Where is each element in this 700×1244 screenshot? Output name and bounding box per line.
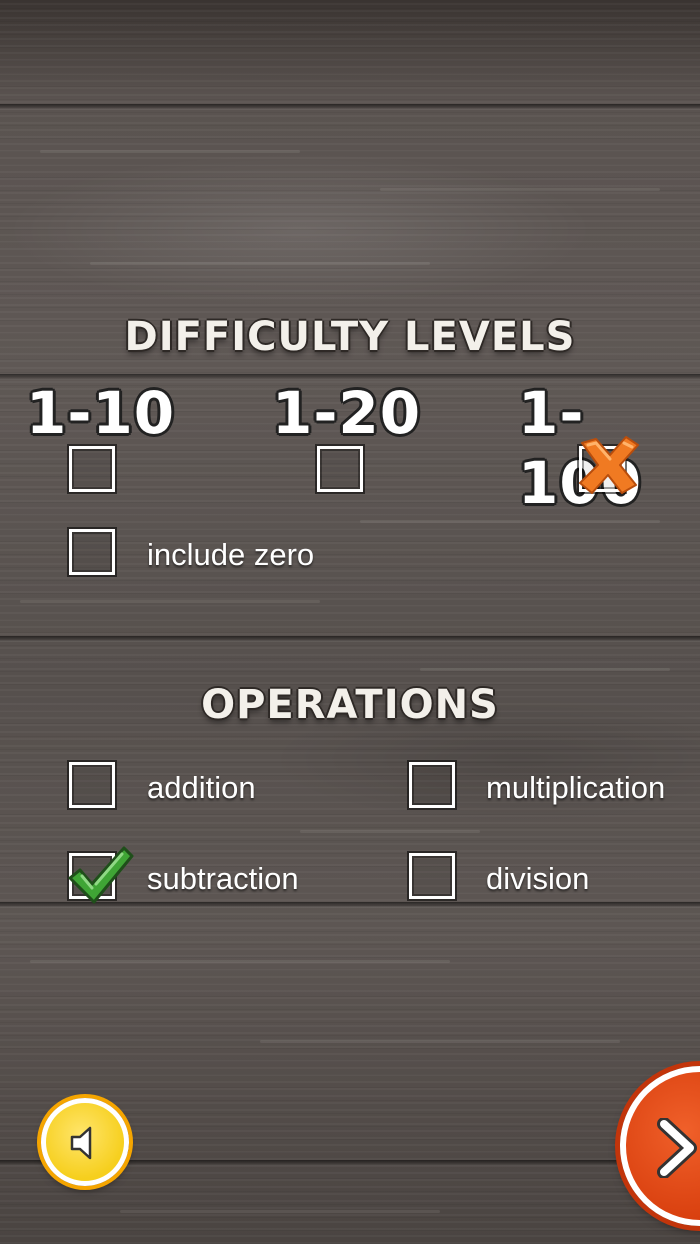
plank-seam bbox=[0, 104, 700, 110]
plank-seam bbox=[0, 902, 700, 908]
level-checkbox-1-20[interactable] bbox=[317, 446, 363, 492]
level-label-1-10: 1-10 bbox=[26, 379, 176, 447]
multiplication-checkbox[interactable] bbox=[409, 762, 455, 808]
wood-grain bbox=[300, 830, 480, 833]
include-zero-checkbox[interactable] bbox=[69, 529, 115, 575]
level-label-1-20: 1-20 bbox=[272, 379, 422, 447]
wood-grain bbox=[90, 262, 430, 265]
speaker-icon bbox=[70, 1126, 92, 1160]
wood-grain bbox=[260, 1040, 620, 1043]
wood-grain bbox=[420, 668, 670, 671]
subtraction-label[interactable]: subtraction bbox=[147, 859, 299, 899]
wood-grain bbox=[380, 188, 660, 191]
wood-grain bbox=[120, 1210, 440, 1213]
division-checkbox[interactable] bbox=[409, 853, 455, 899]
difficulty-levels-title: DIFFICULTY LEVELS bbox=[124, 314, 576, 360]
sound-toggle-button[interactable] bbox=[41, 1098, 129, 1186]
multiplication-label[interactable]: multiplication bbox=[486, 768, 665, 808]
level-checkbox-1-100[interactable] bbox=[579, 436, 639, 494]
wood-grain bbox=[360, 520, 660, 523]
division-label[interactable]: division bbox=[486, 859, 589, 899]
wood-grain bbox=[20, 600, 320, 603]
addition-checkbox[interactable] bbox=[69, 762, 115, 808]
wood-grain bbox=[30, 960, 450, 963]
addition-label[interactable]: addition bbox=[147, 768, 256, 808]
wood-grain bbox=[40, 150, 300, 153]
plank-seam bbox=[0, 636, 700, 642]
include-zero-label[interactable]: include zero bbox=[147, 535, 314, 575]
operations-title: OPERATIONS bbox=[201, 682, 499, 728]
level-checkbox-1-10[interactable] bbox=[69, 446, 115, 492]
chevron-right-icon bbox=[657, 1118, 697, 1178]
game-settings-screen: DIFFICULTY LEVELS 1-10 1-20 1-100 includ… bbox=[0, 0, 700, 1244]
next-button[interactable] bbox=[620, 1066, 700, 1226]
subtraction-checkbox[interactable] bbox=[68, 846, 134, 904]
checkmark-icon bbox=[68, 846, 134, 904]
